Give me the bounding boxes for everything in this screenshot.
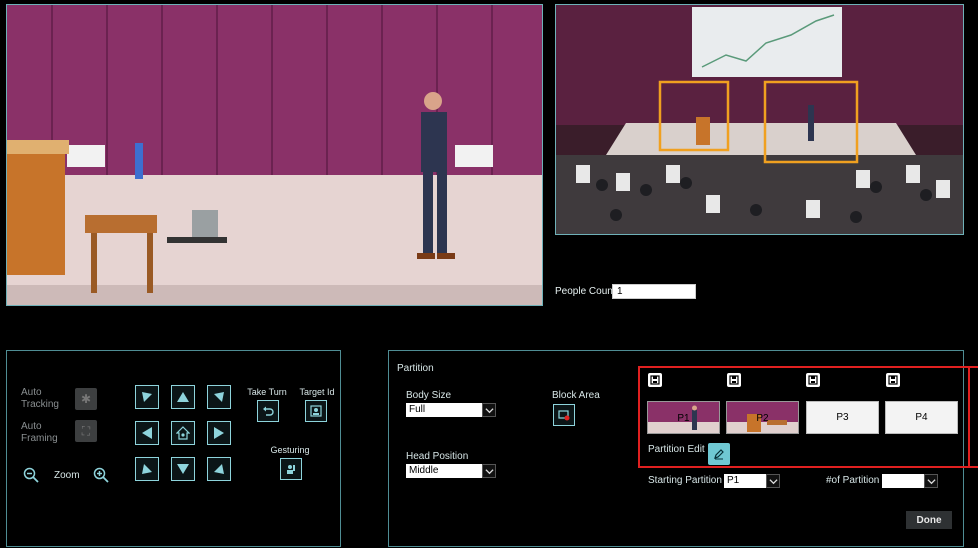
- pan-up-button[interactable]: [171, 385, 195, 409]
- partition-thumb-p1[interactable]: P1: [647, 401, 720, 434]
- head-position-select[interactable]: Middle: [406, 464, 482, 478]
- block-area-label: Block Area: [552, 390, 600, 401]
- save-p3-icon[interactable]: [806, 373, 820, 387]
- block-area-icon: [558, 410, 570, 421]
- pan-right-button[interactable]: [207, 421, 231, 445]
- save-p4-icon[interactable]: [886, 373, 900, 387]
- highlight-connector-bottom: [970, 466, 978, 468]
- gesturing-label: Gesturing: [270, 445, 310, 455]
- highlight-connector-top: [970, 366, 978, 368]
- auto-tracking-label: Auto Tracking: [21, 387, 59, 410]
- starting-partition-dropdown-icon[interactable]: [766, 474, 780, 488]
- block-area-button[interactable]: [553, 404, 575, 426]
- pan-down-right-button[interactable]: [207, 457, 231, 481]
- people-count-label: People Count: [555, 286, 616, 297]
- partition-title: Partition: [397, 363, 434, 374]
- head-position-dropdown-icon[interactable]: [482, 464, 496, 478]
- auto-tracking-icon[interactable]: ✱: [75, 388, 97, 410]
- take-turn-button[interactable]: [257, 400, 279, 422]
- starting-partition-select[interactable]: P1: [724, 474, 766, 488]
- target-id-button[interactable]: [305, 400, 327, 422]
- overview-camera-view[interactable]: [555, 4, 964, 235]
- partition-edit-button[interactable]: [708, 443, 730, 465]
- partition-thumb-p4[interactable]: P4: [885, 401, 958, 434]
- save-p1-icon[interactable]: [648, 373, 662, 387]
- partition-edit-label: Partition Edit: [648, 444, 705, 455]
- num-partition-select[interactable]: [882, 474, 924, 488]
- auditorium-image: [556, 5, 963, 234]
- stage-image: [7, 5, 542, 305]
- home-button[interactable]: [171, 421, 195, 445]
- partition-thumb-label: P3: [836, 412, 849, 423]
- people-count-field[interactable]: [612, 284, 696, 299]
- body-size-dropdown-icon[interactable]: [482, 403, 496, 417]
- starting-partition-label: Starting Partition: [648, 475, 722, 486]
- auto-framing-label: Auto Framing: [21, 421, 58, 444]
- take-turn-label: Take Turn: [247, 387, 287, 397]
- zoom-in-icon[interactable]: [93, 467, 109, 486]
- auto-framing-icon[interactable]: ⛶: [75, 420, 97, 442]
- main-camera-view[interactable]: [6, 4, 543, 306]
- partition-thumb-p2[interactable]: P2: [726, 401, 799, 434]
- done-button[interactable]: Done: [906, 511, 952, 529]
- camera-control-panel: Auto Tracking ✱ Auto Framing ⛶ Zoom Take…: [6, 350, 341, 547]
- gesturing-button[interactable]: [280, 458, 302, 480]
- target-id-label: Target Id: [299, 387, 335, 397]
- head-position-label: Head Position: [406, 451, 469, 462]
- num-partition-dropdown-icon[interactable]: [924, 474, 938, 488]
- zoom-out-icon[interactable]: [23, 467, 39, 486]
- num-partition-label: #of Partition: [826, 475, 880, 486]
- zoom-label: Zoom: [54, 470, 80, 481]
- pencil-icon: [714, 449, 724, 460]
- pan-down-button[interactable]: [171, 457, 195, 481]
- partition-thumb-p3[interactable]: P3: [806, 401, 879, 434]
- save-p2-icon[interactable]: [727, 373, 741, 387]
- body-size-select[interactable]: Full: [406, 403, 482, 417]
- pan-left-button[interactable]: [135, 421, 159, 445]
- pan-down-left-button[interactable]: [135, 457, 159, 481]
- partition-thumb-label: P4: [915, 412, 928, 423]
- body-size-label: Body Size: [406, 390, 452, 401]
- partition-thumb-label: P2: [756, 413, 769, 424]
- pan-up-right-button[interactable]: [207, 385, 231, 409]
- pan-up-left-button[interactable]: [135, 385, 159, 409]
- partition-thumb-label: P1: [677, 413, 690, 424]
